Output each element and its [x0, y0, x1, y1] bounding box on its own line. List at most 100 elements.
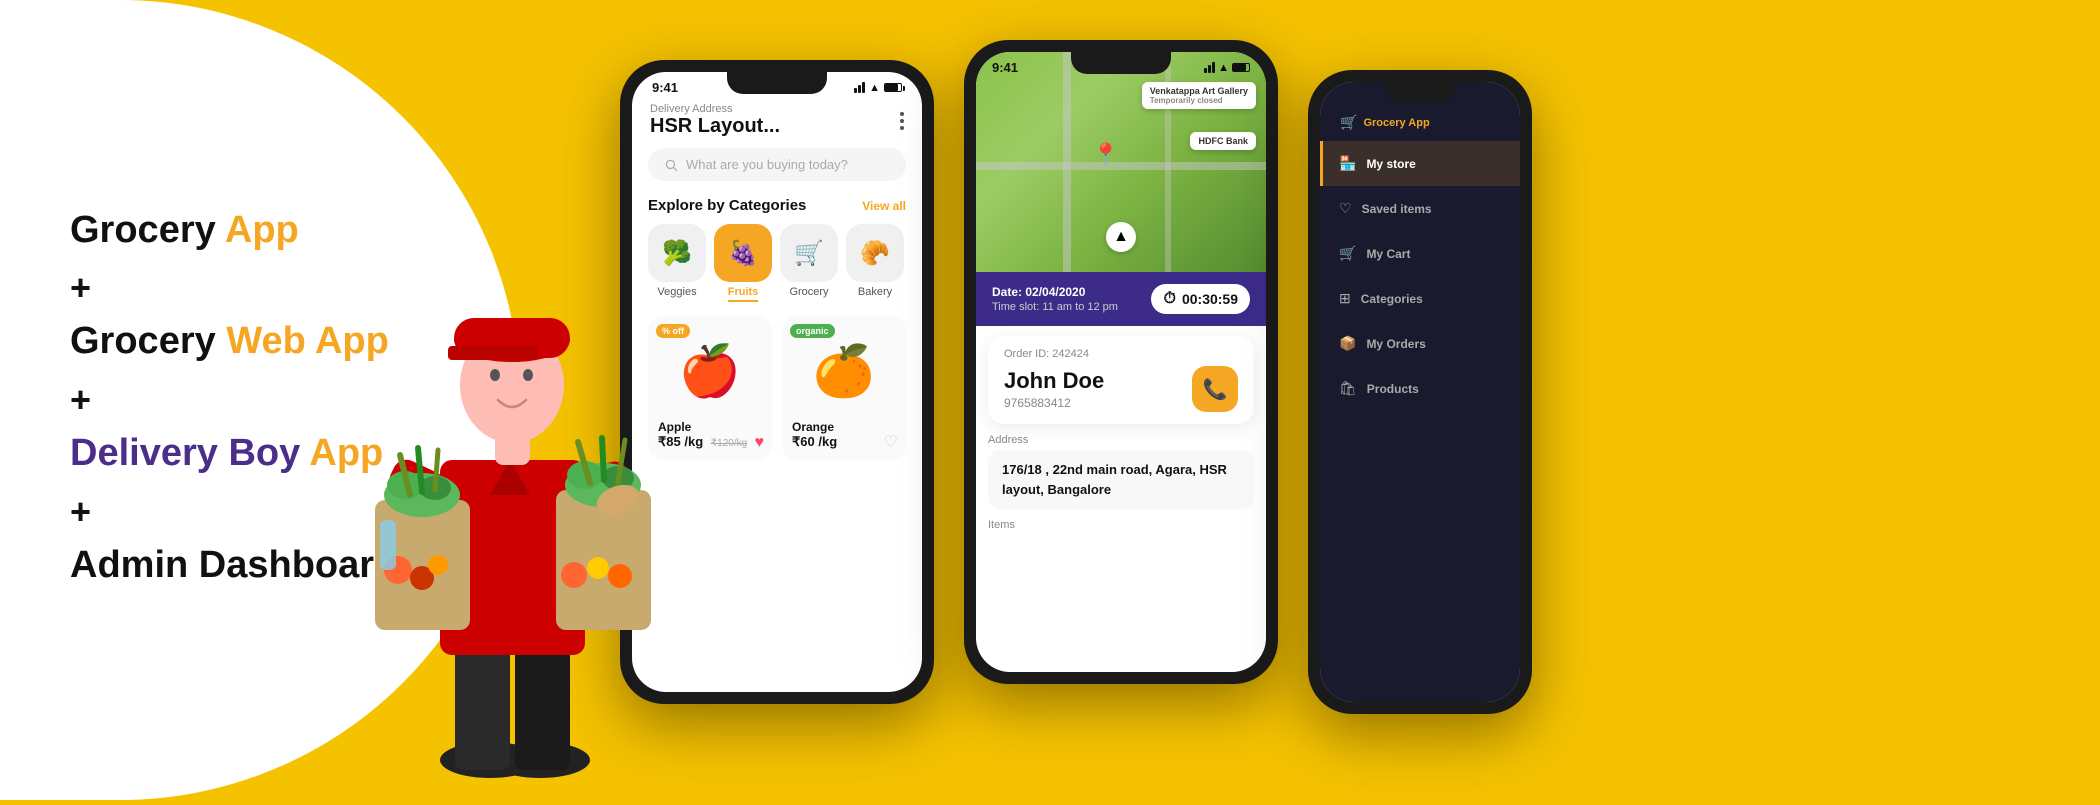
- phone3-notch: [1385, 82, 1455, 104]
- store-icon: 🏪: [1339, 155, 1356, 172]
- order-id: Order ID: 242424: [1004, 348, 1238, 360]
- order-card: Order ID: 242424 John Doe 9765883412 📞: [988, 336, 1254, 424]
- customer-phone: 9765883412: [1004, 396, 1104, 410]
- phone1-time: 9:41: [652, 80, 678, 95]
- timer-badge: ⏱ 00:30:59: [1151, 284, 1250, 314]
- customer-name: John Doe: [1004, 368, 1104, 394]
- timer-icon: ⏱: [1163, 290, 1175, 308]
- call-button[interactable]: 📞: [1192, 366, 1238, 412]
- delivery-app-screen: 9:41 ▲: [976, 52, 1266, 672]
- categories-title: Explore by Categories: [648, 197, 806, 214]
- nav-orders[interactable]: 📦 My Orders: [1320, 321, 1520, 366]
- delivery-address-value: HSR Layout...: [650, 115, 780, 138]
- admin-app-screen: 🛒 Grocery App 🏪 My store ♡ Saved items: [1320, 82, 1520, 702]
- favorite-outline-icon[interactable]: ♡: [884, 432, 898, 452]
- nav-saved-label: Saved items: [1362, 202, 1432, 216]
- map-label-bank: HDFC Bank: [1190, 132, 1256, 150]
- phone2-time: 9:41: [992, 60, 1018, 75]
- view-all-button[interactable]: View all: [862, 199, 906, 213]
- orders-nav-icon: 📦: [1339, 335, 1356, 352]
- orange-image: 🍊: [792, 326, 896, 416]
- battery-icon: [884, 83, 902, 92]
- wifi-icon: ▲: [869, 82, 880, 94]
- apple-name: Apple: [658, 420, 762, 434]
- categories-header: Explore by Categories View all: [632, 191, 922, 220]
- phone1-notch: [727, 72, 827, 94]
- product-orange[interactable]: organic 🍊 Orange ₹60 /kg ♡: [782, 316, 906, 460]
- admin-logo: 🛒 Grocery App: [1340, 114, 1430, 131]
- items-label: Items: [988, 519, 1254, 531]
- map-nav-button[interactable]: ▲: [1106, 222, 1136, 252]
- nav-categories[interactable]: ⊞ Categories: [1320, 276, 1520, 321]
- delivery-date: Date: 02/04/2020: [992, 285, 1118, 299]
- nav-cart[interactable]: 🛒 My Cart: [1320, 231, 1520, 276]
- search-placeholder: What are you buying today?: [686, 157, 848, 172]
- delivery-time-slot: Time slot: 11 am to 12 pm: [992, 301, 1118, 313]
- veggies-label: Veggies: [657, 286, 696, 298]
- nav-my-store-label: My store: [1366, 157, 1415, 171]
- headline-grocery: Grocery: [70, 209, 216, 251]
- organic-badge: organic: [790, 324, 835, 338]
- map-pin: 📍: [1092, 142, 1119, 168]
- nav-saved[interactable]: ♡ Saved items: [1320, 186, 1520, 231]
- category-fruits[interactable]: 🍇 Fruits: [714, 224, 772, 302]
- heart-nav-icon: ♡: [1339, 200, 1352, 217]
- map-label-gallery: Venkatappa Art Gallery Temporarily close…: [1142, 82, 1256, 109]
- bakery-label: Bakery: [858, 286, 892, 298]
- nav-categories-label: Categories: [1361, 292, 1423, 306]
- products-nav-icon: 🛍: [1339, 380, 1357, 397]
- headline-app: App: [225, 209, 299, 251]
- apple-price: ₹85 /kg ₹120/kg: [658, 434, 762, 450]
- headline-deliveryboy: Delivery Boy: [70, 432, 300, 474]
- favorite-icon[interactable]: ♥: [755, 434, 765, 452]
- nav-products-label: Products: [1367, 382, 1419, 396]
- phone2-battery: [1232, 63, 1250, 72]
- phone-admin-app: 🛒 Grocery App 🏪 My store ♡ Saved items: [1308, 70, 1532, 714]
- cart-logo-icon: 🛒: [1340, 114, 1357, 131]
- map-area: 9:41 ▲: [976, 52, 1266, 272]
- products-grid: % off 🍎 Apple ₹85 /kg ₹120/kg ♥ organic …: [632, 306, 922, 470]
- signal-icon: [854, 82, 865, 93]
- fruits-icon: 🍇: [714, 224, 772, 282]
- grocery-app-screen: 9:41 ▲ Delivery Address H: [632, 72, 922, 692]
- nav-cart-label: My Cart: [1366, 247, 1410, 261]
- grocery-icon: 🛒: [780, 224, 838, 282]
- product-apple[interactable]: % off 🍎 Apple ₹85 /kg ₹120/kg ♥: [648, 316, 772, 460]
- search-icon: [664, 158, 678, 172]
- delivery-address-label: Delivery Address: [650, 103, 780, 115]
- orange-name: Orange: [792, 420, 896, 434]
- delivery-address-bar: Delivery Address HSR Layout...: [632, 99, 922, 138]
- discount-badge: % off: [656, 324, 690, 338]
- phone1-status-icons: ▲: [854, 82, 902, 94]
- cart-nav-icon: 🛒: [1339, 245, 1356, 262]
- categories-nav-icon: ⊞: [1339, 290, 1351, 307]
- nav-products[interactable]: 🛍 Products: [1320, 366, 1520, 411]
- headline-grocery2: Grocery: [70, 320, 216, 362]
- nav-my-store[interactable]: 🏪 My store: [1320, 141, 1520, 186]
- grocery-label: Grocery: [789, 286, 828, 298]
- phone2-signal: [1204, 62, 1215, 73]
- phones-showcase: 9:41 ▲ Delivery Address H: [620, 40, 1532, 714]
- nav-orders-label: My Orders: [1366, 337, 1425, 351]
- address-section: Address 176/18 , 22nd main road, Agara, …: [976, 434, 1266, 531]
- phone2-notch: [1071, 52, 1171, 74]
- app-name-label: Grocery App: [1363, 117, 1429, 129]
- delivery-info-bar: Date: 02/04/2020 Time slot: 11 am to 12 …: [976, 272, 1266, 326]
- timer-value: 00:30:59: [1182, 291, 1238, 307]
- bakery-icon: 🥐: [846, 224, 904, 282]
- category-grocery[interactable]: 🛒 Grocery: [780, 224, 838, 302]
- search-bar[interactable]: What are you buying today?: [648, 148, 906, 181]
- delivery-date-time: Date: 02/04/2020 Time slot: 11 am to 12 …: [992, 285, 1118, 313]
- orange-price: ₹60 /kg: [792, 434, 896, 450]
- address-box: 176/18 , 22nd main road, Agara, HSR layo…: [988, 450, 1254, 509]
- categories-row: 🥦 Veggies 🍇 Fruits 🛒 Grocery 🥐 Bakery: [632, 220, 922, 306]
- category-bakery[interactable]: 🥐 Bakery: [846, 224, 904, 302]
- phone-grocery-app: 9:41 ▲ Delivery Address H: [620, 60, 934, 704]
- fruits-label: Fruits: [728, 286, 759, 302]
- menu-dots[interactable]: [900, 112, 904, 130]
- delivery-person-illustration: [360, 100, 660, 800]
- map-road-v: [1063, 52, 1071, 272]
- map-road-h: [976, 162, 1266, 170]
- apple-image: 🍎: [658, 326, 762, 416]
- customer-row: John Doe 9765883412 📞: [1004, 366, 1238, 412]
